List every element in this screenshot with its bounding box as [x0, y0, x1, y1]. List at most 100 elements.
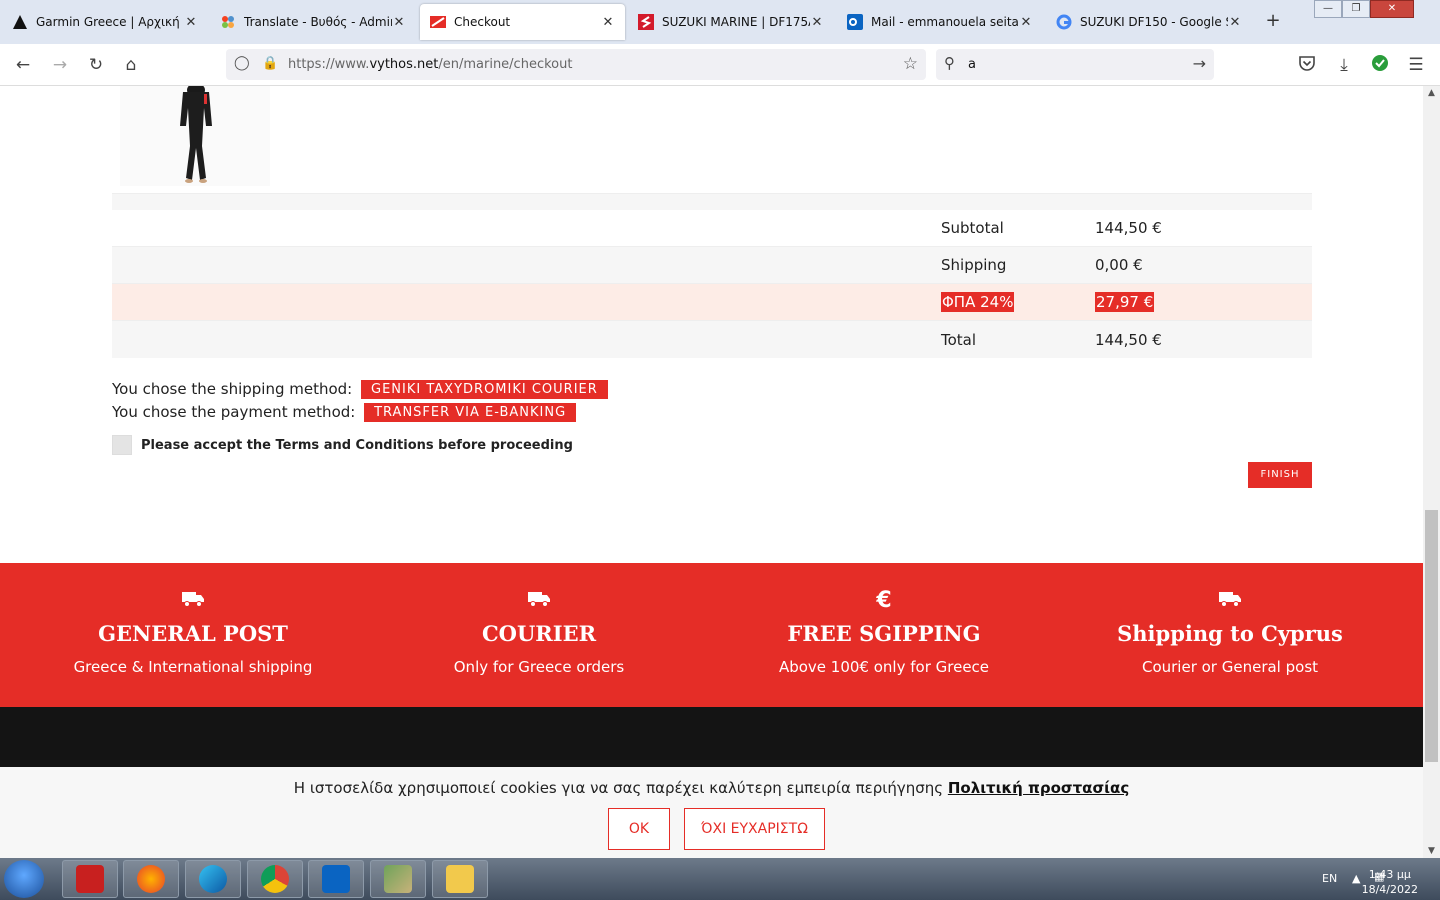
footer-dark-band — [0, 707, 1423, 767]
outlook-taskbar-icon[interactable] — [308, 860, 364, 898]
url-bar[interactable]: ◯ 🔒 https://www.vythos.net/en/marine/che… — [226, 49, 926, 80]
forward-arrow-icon[interactable]: → — [49, 54, 71, 76]
extension-check-icon[interactable] — [1369, 54, 1391, 76]
terms-label[interactable]: Please accept the Terms and Conditions b… — [141, 438, 573, 453]
pocket-icon[interactable] — [1296, 54, 1318, 76]
truck-icon — [43, 589, 343, 613]
tab-title: Translate - Βυθός - Administ — [244, 15, 392, 29]
payment-method-badge: TRANSFER VIA E-BANKING — [364, 403, 577, 422]
tab-garmin[interactable]: Garmin Greece | Αρχική ✕ — [2, 4, 208, 40]
close-icon[interactable]: ✕ — [1019, 15, 1033, 30]
subtotal-label: Subtotal — [941, 219, 1004, 237]
outlook-icon — [847, 14, 863, 30]
browser-tab-bar: Garmin Greece | Αρχική ✕ Translate - Βυθ… — [0, 0, 1440, 44]
tab-title: SUZUKI DF150 - Google Search — [1080, 15, 1228, 29]
total-value: 144,50 € — [1095, 330, 1162, 349]
search-input[interactable]: ⚲ a → — [936, 49, 1214, 80]
close-icon[interactable]: ✕ — [184, 15, 198, 30]
scrollbar-thumb[interactable] — [1425, 510, 1438, 762]
tab-mail[interactable]: Mail - emmanouela seitanidou ✕ — [837, 4, 1043, 40]
clock[interactable]: 1:43 μμ 18/4/2022 — [1362, 867, 1418, 897]
feature-subtitle: Courier or General post — [1141, 658, 1319, 676]
joomla-icon — [220, 14, 236, 30]
payment-method-text: You chose the payment method: — [112, 403, 356, 421]
close-window-icon[interactable]: ✕ — [1370, 0, 1414, 18]
page-scrollbar[interactable]: ▲ ▼ — [1423, 86, 1440, 858]
feature-title: GENERAL POST — [98, 621, 288, 646]
shipping-value: 0,00 € — [1095, 256, 1143, 274]
tray-expand-icon[interactable]: ▲ — [1352, 872, 1360, 885]
tracking-shield-icon[interactable]: ◯ — [234, 55, 250, 71]
cookie-ok-button[interactable]: OK — [608, 808, 670, 850]
clock-time: 1:43 μμ — [1368, 868, 1411, 881]
windows-start-icon[interactable] — [4, 860, 44, 898]
privacy-policy-link[interactable]: Πολιτική προστασίας — [948, 779, 1129, 797]
tab-title: Garmin Greece | Αρχική — [36, 15, 180, 29]
back-arrow-icon[interactable]: ← — [12, 54, 34, 76]
scroll-up-icon[interactable]: ▲ — [1423, 88, 1440, 98]
search-go-arrow-icon[interactable]: → — [1193, 54, 1206, 73]
shipping-label: Shipping — [941, 256, 1007, 274]
total-label: Total — [941, 330, 977, 349]
firefox-taskbar-icon[interactable] — [123, 860, 179, 898]
shipping-method-badge: GENIKI TAXYDROMIKI COURIER — [361, 380, 608, 399]
hamburger-menu-icon[interactable]: ☰ — [1405, 54, 1427, 76]
system-tray: EN ▲ ▦ 1:43 μμ 18/4/2022 — [1240, 858, 1440, 900]
subtotal-row: Subtotal 144,50 € — [112, 210, 1312, 247]
vat-label: ΦΠΑ 24% — [941, 292, 1015, 312]
chrome-taskbar-icon[interactable] — [247, 860, 303, 898]
maps-taskbar-icon[interactable] — [370, 860, 426, 898]
edge-taskbar-icon[interactable] — [185, 860, 241, 898]
total-row: Total 144,50 € — [112, 321, 1312, 358]
feature-shipping-cyprus: Shipping to Cyprus Courier or General po… — [1080, 563, 1380, 676]
cookie-message: Η ιστοσελίδα χρησιμοποιεί cookies για να… — [293, 779, 944, 797]
cookie-decline-button[interactable]: ΌΧΙ ΕΥΧΑΡΙΣΤΩ — [684, 808, 825, 850]
vythos-logo-icon — [430, 14, 446, 30]
product-image-wetsuit[interactable] — [120, 86, 270, 186]
scroll-down-icon[interactable]: ▼ — [1423, 846, 1440, 856]
shipping-row: Shipping 0,00 € — [112, 247, 1312, 284]
search-icon: ⚲ — [944, 54, 955, 72]
feature-title: FREE SGIPPING — [787, 621, 981, 646]
finish-button[interactable]: FINISH — [1248, 462, 1312, 488]
tab-translate[interactable]: Translate - Βυθός - Administ ✕ — [210, 4, 416, 40]
restore-icon[interactable]: ❐ — [1342, 0, 1370, 18]
url-prefix: https://www. — [288, 57, 370, 72]
tab-title: SUZUKI MARINE | DF175A/DF — [662, 15, 810, 29]
feature-courier: COURIER Only for Greece orders — [389, 563, 689, 676]
cookie-banner: Η ιστοσελίδα χρησιμοποιεί cookies για να… — [0, 767, 1423, 858]
checkout-page: Subtotal 144,50 € Shipping 0,00 € ΦΠΑ 24… — [0, 86, 1423, 858]
acrobat-taskbar-icon[interactable] — [62, 860, 118, 898]
tab-title: Checkout — [454, 15, 511, 29]
tab-checkout[interactable]: Checkout ✕ — [420, 4, 625, 40]
close-icon[interactable]: ✕ — [392, 15, 406, 30]
tab-suzuki-marine[interactable]: SUZUKI MARINE | DF175A/DF ✕ — [628, 4, 834, 40]
lock-icon[interactable]: 🔒 — [262, 56, 278, 71]
tab-title: Mail - emmanouela seitanidou — [871, 15, 1019, 29]
home-icon[interactable]: ⌂ — [120, 54, 142, 76]
feature-subtitle: Only for Greece orders — [453, 658, 625, 676]
tab-google-search[interactable]: SUZUKI DF150 - Google Search ✕ — [1046, 4, 1252, 40]
window-controls: — ❐ ✕ — [1314, 0, 1414, 18]
terms-row: Please accept the Terms and Conditions b… — [112, 435, 573, 455]
bookmark-star-icon[interactable]: ☆ — [903, 54, 918, 74]
clock-date: 18/4/2022 — [1361, 883, 1418, 896]
terms-checkbox[interactable] — [112, 435, 132, 455]
feature-general-post: GENERAL POST Greece & International ship… — [43, 563, 343, 676]
search-value: a — [968, 57, 976, 72]
minimize-icon[interactable]: — — [1314, 0, 1342, 18]
payment-method-line: You chose the payment method: TRANSFER V… — [112, 403, 577, 422]
new-tab-button[interactable]: + — [1262, 10, 1284, 32]
close-icon[interactable]: ✕ — [601, 15, 615, 30]
language-indicator[interactable]: EN — [1322, 872, 1337, 885]
url-text[interactable]: https://www.vythos.net/en/marine/checkou… — [288, 57, 572, 72]
file-explorer-taskbar-icon[interactable] — [432, 860, 488, 898]
truck-icon — [389, 589, 689, 613]
download-icon[interactable]: ⤓ — [1333, 54, 1355, 76]
euro-icon: € — [876, 588, 892, 613]
close-icon[interactable]: ✕ — [810, 15, 824, 30]
url-path: /en/marine/checkout — [438, 57, 573, 72]
shipping-features-band: GENERAL POST Greece & International ship… — [0, 563, 1423, 707]
reload-icon[interactable]: ↻ — [85, 54, 107, 76]
close-icon[interactable]: ✕ — [1228, 15, 1242, 30]
